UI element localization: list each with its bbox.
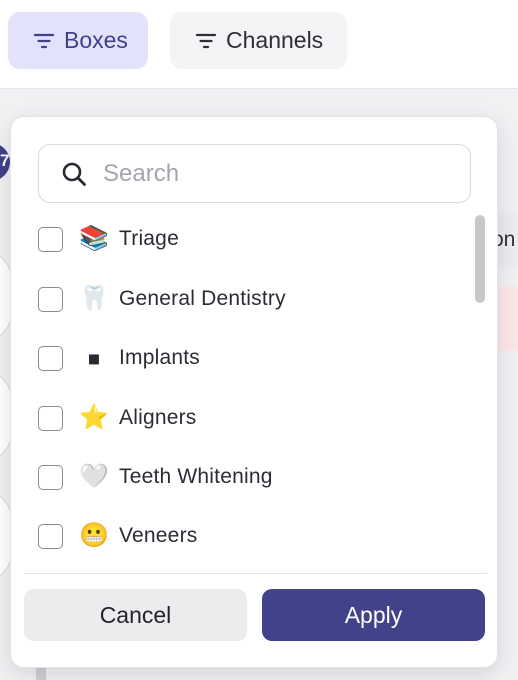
boxes-filter-button[interactable]: Boxes [8, 12, 148, 69]
background-badge-text: 7 [0, 151, 10, 170]
list-item-label: Implants [119, 346, 200, 369]
search-field[interactable] [38, 144, 471, 203]
checkbox[interactable] [38, 464, 63, 490]
footer-divider [24, 573, 487, 574]
list-item[interactable]: ◾ Implants [11, 332, 471, 384]
list-item-label: Teeth Whitening [119, 465, 273, 488]
checkbox[interactable] [38, 286, 63, 312]
scrollbar-thumb[interactable] [475, 215, 485, 303]
list-item-label: Triage [119, 227, 179, 250]
grimace-face-icon: 😬 [79, 522, 109, 549]
star-icon: ⭐ [79, 404, 109, 431]
checkbox[interactable] [38, 523, 63, 549]
list-item[interactable]: 🦷 General Dentistry [11, 273, 471, 325]
search-icon [62, 162, 86, 186]
list-item[interactable]: ⭐ Aligners [11, 392, 471, 444]
white-heart-icon: 🤍 [79, 463, 109, 490]
channels-filter-label: Channels [226, 27, 324, 53]
books-icon: 📚 [79, 225, 109, 252]
checkbox[interactable] [38, 345, 63, 371]
checkbox[interactable] [38, 405, 63, 431]
checkbox[interactable] [38, 226, 63, 252]
list-item[interactable]: 🤍 Teeth Whitening [11, 451, 471, 503]
box-options-list: 📚 Triage 🦷 General Dentistry ◾ Implants … [11, 213, 497, 573]
search-input[interactable] [101, 158, 445, 189]
boxes-filter-dropdown: 📚 Triage 🦷 General Dentistry ◾ Implants … [10, 116, 498, 668]
list-scrollbar[interactable] [473, 213, 487, 571]
list-item-label: Aligners [119, 406, 197, 429]
cancel-button[interactable]: Cancel [24, 589, 247, 641]
filter-toolbar: Boxes Channels [0, 0, 518, 89]
boxes-filter-label: Boxes [64, 27, 128, 53]
black-square-icon: ◾ [87, 348, 101, 368]
list-item[interactable]: 📚 Triage [11, 213, 471, 265]
channels-filter-button[interactable]: Channels [170, 12, 347, 69]
tooth-icon: 🦷 [79, 285, 109, 312]
filter-lines-icon [33, 33, 55, 48]
apply-button[interactable]: Apply [262, 589, 485, 641]
filter-lines-icon [195, 33, 217, 48]
list-item[interactable]: 😬 Veneers [11, 510, 471, 562]
list-item-label: General Dentistry [119, 287, 286, 310]
list-item-label: Veneers [119, 524, 198, 547]
